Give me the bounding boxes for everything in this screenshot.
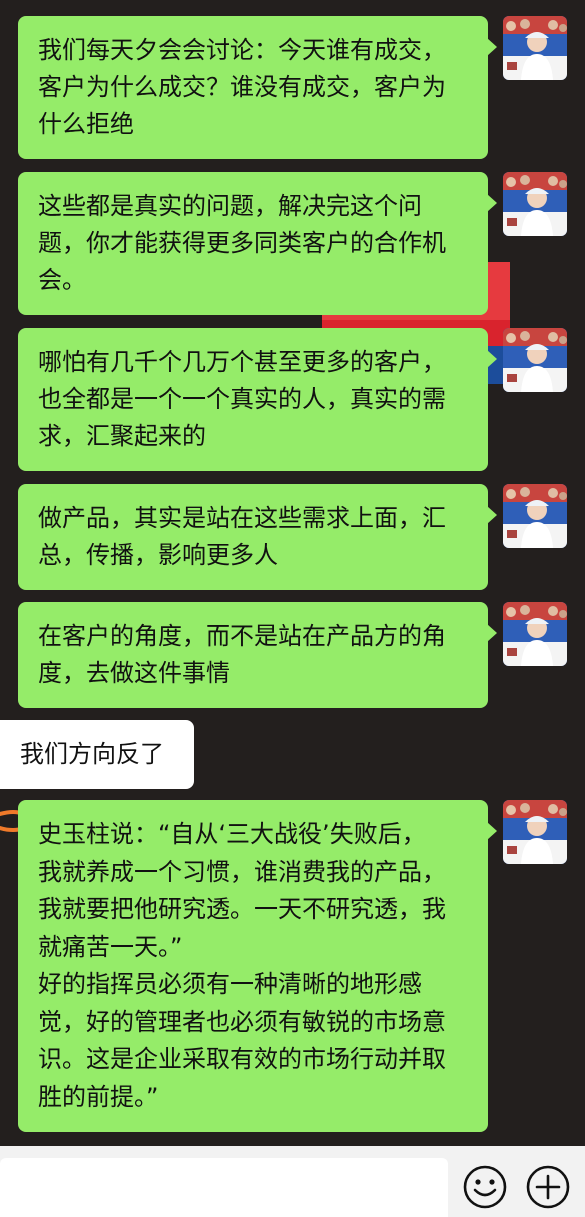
message-bubble-incoming[interactable]: 我们方向反了 — [0, 720, 194, 789]
message-line: 胜的前提。” — [38, 1082, 159, 1111]
message-line: 在客户的角度，而不是站在产品方的角 — [38, 622, 446, 650]
avatar[interactable] — [503, 16, 567, 80]
message-line: 史玉柱说：“自从‘三大战役’失败后， — [38, 820, 426, 848]
message-bubble[interactable]: 我们每天夕会会讨论：今天谁有成交， 客户为什么成交？谁没有成交，客户为 什么拒绝 — [18, 16, 497, 159]
message-line: 做产品，其实是站在这些需求上面，汇 — [38, 504, 446, 532]
message-line: 也全都是一个一个真实的人，真实的需 — [38, 385, 446, 413]
avatar[interactable] — [503, 602, 567, 666]
message-line: 我就养成一个习惯，谁消费我的产品， — [38, 857, 446, 886]
message-line: 识。这是企业采取有效的市场行动并取 — [38, 1045, 446, 1073]
message-bubble[interactable]: 在客户的角度，而不是站在产品方的角 度，去做这件事情 — [18, 602, 497, 708]
message-line: 度，去做这件事情 — [38, 659, 230, 687]
avatar[interactable] — [503, 484, 567, 548]
message-line: 总，传播，影响更多人 — [38, 541, 278, 569]
input-bar — [0, 1146, 585, 1217]
message-bubble[interactable]: 做产品，其实是站在这些需求上面，汇 总，传播，影响更多人 — [18, 484, 497, 590]
message-bubble[interactable]: 哪怕有几千个几万个甚至更多的客户， 也全都是一个一个真实的人，真实的需 求，汇聚… — [18, 328, 497, 471]
message-line: 好的指挥员必须有一种清晰的地形感 — [38, 970, 422, 998]
message-line: 求，汇聚起来的 — [38, 422, 206, 450]
plus-icon[interactable] — [525, 1164, 571, 1210]
message-input[interactable] — [0, 1158, 448, 1217]
message-line: 这些都是真实的问题，解决完这个问 — [38, 192, 422, 220]
message-line: 觉，好的管理者也必须有敏锐的市场意 — [38, 1007, 446, 1036]
message-bubble[interactable]: 这些都是真实的问题，解决完这个问 题，你才能获得更多同类客户的合作机 会。 — [18, 172, 497, 315]
smile-icon[interactable] — [462, 1164, 508, 1210]
message-line: 哪怕有几千个几万个甚至更多的客户， — [38, 348, 446, 376]
avatar[interactable] — [503, 172, 567, 236]
message-bubble[interactable]: 史玉柱说：“自从‘三大战役’失败后， 我就养成一个习惯，谁消费我的产品， 我就要… — [18, 800, 497, 1132]
avatar[interactable] — [503, 800, 567, 864]
avatar[interactable] — [503, 328, 567, 392]
message-line: 我们方向反了 — [20, 740, 164, 768]
message-line: 就痛苦一天。” — [38, 932, 183, 961]
message-line: 会。 — [38, 266, 86, 294]
message-line: 什么拒绝 — [38, 110, 134, 138]
message-line: 我们每天夕会会讨论：今天谁有成交， — [38, 36, 446, 64]
message-line: 客户为什么成交？谁没有成交，客户为 — [38, 73, 446, 101]
message-line: 我就要把他研究透。一天不研究透，我 — [38, 895, 446, 923]
message-line: 题，你才能获得更多同类客户的合作机 — [38, 229, 446, 257]
